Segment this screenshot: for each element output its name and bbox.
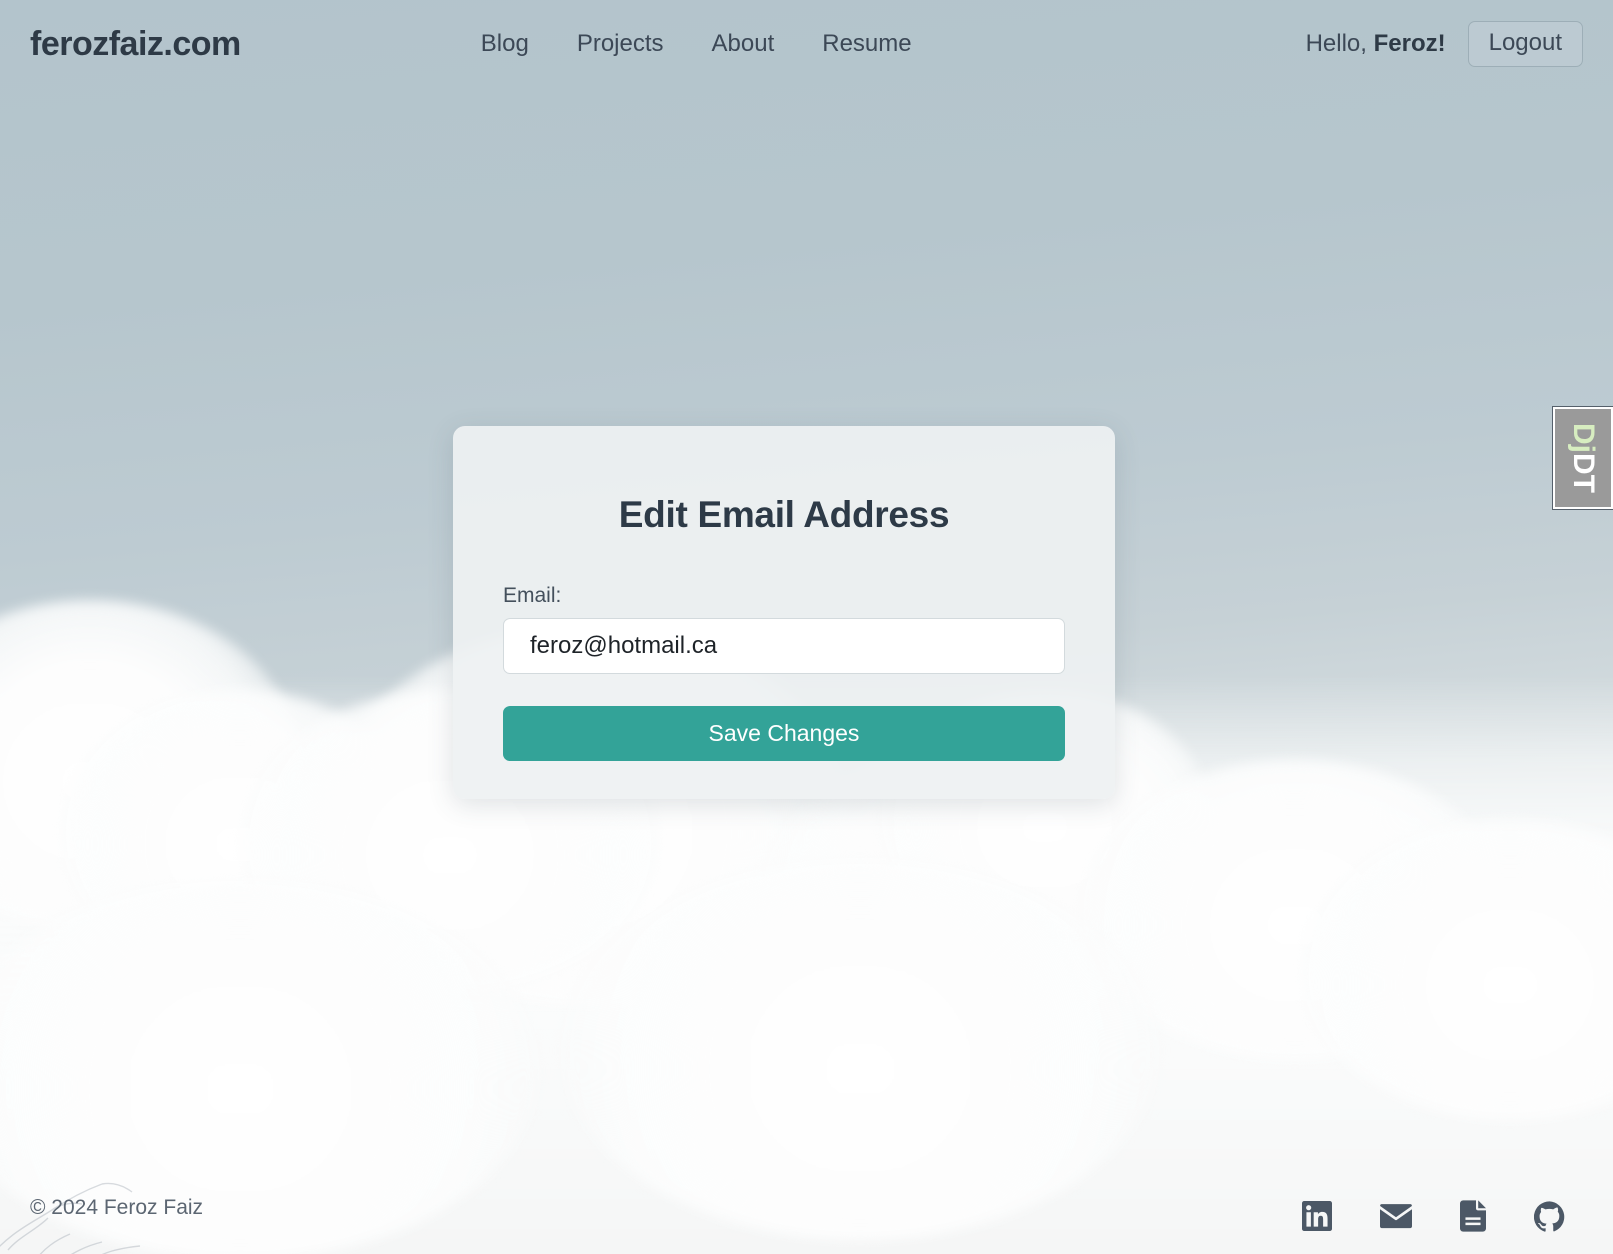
save-changes-button[interactable]: Save Changes xyxy=(503,706,1065,761)
user-greeting: Hello, Feroz! xyxy=(1306,30,1446,58)
email-field-label: Email: xyxy=(503,584,562,607)
linkedin-icon[interactable] xyxy=(1302,1201,1332,1231)
site-logo[interactable]: ferozfaiz.com xyxy=(30,25,241,64)
edit-email-card: Edit Email Address Email: Save Changes xyxy=(453,426,1115,799)
greeting-prefix: Hello, xyxy=(1305,30,1367,57)
page-title: Edit Email Address xyxy=(618,494,950,535)
github-icon[interactable] xyxy=(1534,1200,1565,1232)
djdt-label-dt: DT xyxy=(1567,453,1600,493)
edit-email-form: Email: Save Changes xyxy=(503,584,1065,761)
site-header: ferozfaiz.com Blog Projects About Resume… xyxy=(0,0,1613,88)
nav-item-about[interactable]: About xyxy=(712,30,775,58)
email-input[interactable] xyxy=(503,618,1065,674)
site-footer: © 2024 Feroz Faiz xyxy=(0,1162,1613,1254)
main-navigation: Blog Projects About Resume xyxy=(481,30,912,58)
resume-document-icon[interactable] xyxy=(1460,1200,1486,1232)
greeting-username: Feroz! xyxy=(1373,30,1446,57)
header-user-area: Hello, Feroz! Logout xyxy=(1306,21,1583,67)
djdt-label-dj: Dj xyxy=(1567,423,1600,453)
copyright-text: © 2024 Feroz Faiz xyxy=(30,1196,204,1219)
email-icon[interactable] xyxy=(1380,1201,1412,1231)
nav-item-projects[interactable]: Projects xyxy=(577,30,664,58)
logout-button[interactable]: Logout xyxy=(1467,21,1583,67)
nav-item-blog[interactable]: Blog xyxy=(481,30,529,58)
social-links xyxy=(1302,1200,1583,1232)
django-debug-toolbar-handle[interactable]: DjDT xyxy=(1552,406,1613,510)
page-root: ferozfaiz.com Blog Projects About Resume… xyxy=(0,0,1613,1254)
djdt-label: DjDT xyxy=(1566,423,1600,493)
nav-item-resume[interactable]: Resume xyxy=(822,30,911,58)
